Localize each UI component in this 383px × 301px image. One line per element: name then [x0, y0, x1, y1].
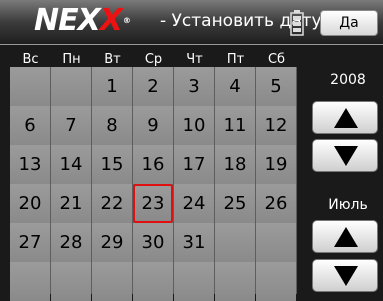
empty-day-cell [256, 223, 296, 262]
arrow-up-icon [334, 108, 358, 128]
weekday-label: Пт [226, 52, 245, 67]
day-cell[interactable]: 7 [51, 106, 91, 145]
weekday-label: Пн [62, 52, 81, 67]
arrow-down-icon [334, 266, 358, 286]
day-cell[interactable]: 28 [51, 223, 91, 262]
empty-day-cell [92, 262, 132, 301]
empty-day-cell [256, 262, 296, 301]
empty-day-cell [215, 223, 255, 262]
day-cell[interactable]: 29 [92, 223, 132, 262]
day-cell[interactable]: 27 [10, 223, 50, 262]
month-up-button[interactable] [312, 220, 378, 253]
empty-day-cell [215, 262, 255, 301]
day-cell[interactable]: 3 [174, 67, 214, 106]
calendar-grid: 1 2 3 4 5 6 7 8 9 10 11 12 13 14 15 16 17 18 19 20 21 22 23 24 2… [10, 67, 297, 301]
day-cell[interactable]: 15 [92, 145, 132, 184]
year-up-button[interactable] [312, 101, 378, 134]
empty-day-cell [51, 262, 91, 301]
day-cell[interactable]: 4 [215, 67, 255, 106]
day-cell[interactable]: 31 [174, 223, 214, 262]
day-cell[interactable]: 26 [256, 184, 296, 223]
day-cell[interactable]: 30 [133, 223, 173, 262]
day-cell[interactable]: 22 [92, 184, 132, 223]
year-down-button[interactable] [312, 139, 378, 172]
weekday-label: Ср [144, 52, 163, 67]
day-cell[interactable]: 17 [174, 145, 214, 184]
day-cell[interactable]: 18 [215, 145, 255, 184]
empty-day-cell [133, 262, 173, 301]
weekday-label: Чт [186, 52, 203, 67]
arrow-down-icon [334, 146, 358, 166]
weekday-label: Сб [267, 52, 286, 67]
weekday-label: Вт [104, 52, 121, 67]
day-cell[interactable]: 19 [256, 145, 296, 184]
day-cell[interactable]: 21 [51, 184, 91, 223]
day-cell[interactable]: 25 [215, 184, 255, 223]
day-cell[interactable]: 16 [133, 145, 173, 184]
day-cell[interactable]: 12 [256, 106, 296, 145]
title-bar: NEXX® - Установить дату Да [0, 0, 383, 45]
month-value: Июль [328, 197, 368, 213]
day-cell[interactable]: 1 [92, 67, 132, 106]
day-cell[interactable]: 14 [51, 145, 91, 184]
year-value: 2008 [330, 72, 366, 88]
empty-day-cell [51, 67, 91, 106]
empty-day-cell [10, 262, 50, 301]
weekday-header: Вс Пн Вт Ср Чт Пт Сб [10, 53, 297, 67]
day-cell[interactable]: 20 [10, 184, 50, 223]
day-cell[interactable]: 13 [10, 145, 50, 184]
day-cell[interactable]: 9 [133, 106, 173, 145]
weekday-label: Вс [22, 52, 39, 67]
nexx-logo: NEXX® [34, 3, 131, 38]
empty-day-cell [174, 262, 214, 301]
day-cell[interactable]: 8 [92, 106, 132, 145]
day-cell[interactable]: 10 [174, 106, 214, 145]
month-down-button[interactable] [312, 259, 378, 292]
battery-icon [290, 10, 304, 36]
day-cell[interactable]: 5 [256, 67, 296, 106]
day-cell[interactable]: 11 [215, 106, 255, 145]
day-cell[interactable]: 24 [174, 184, 214, 223]
day-cell[interactable]: 6 [10, 106, 50, 145]
day-cell[interactable]: 2 [133, 67, 173, 106]
arrow-up-icon [334, 227, 358, 247]
confirm-button[interactable]: Да [320, 10, 378, 36]
empty-day-cell [10, 67, 50, 106]
selected-day-cell[interactable]: 23 [133, 184, 173, 223]
